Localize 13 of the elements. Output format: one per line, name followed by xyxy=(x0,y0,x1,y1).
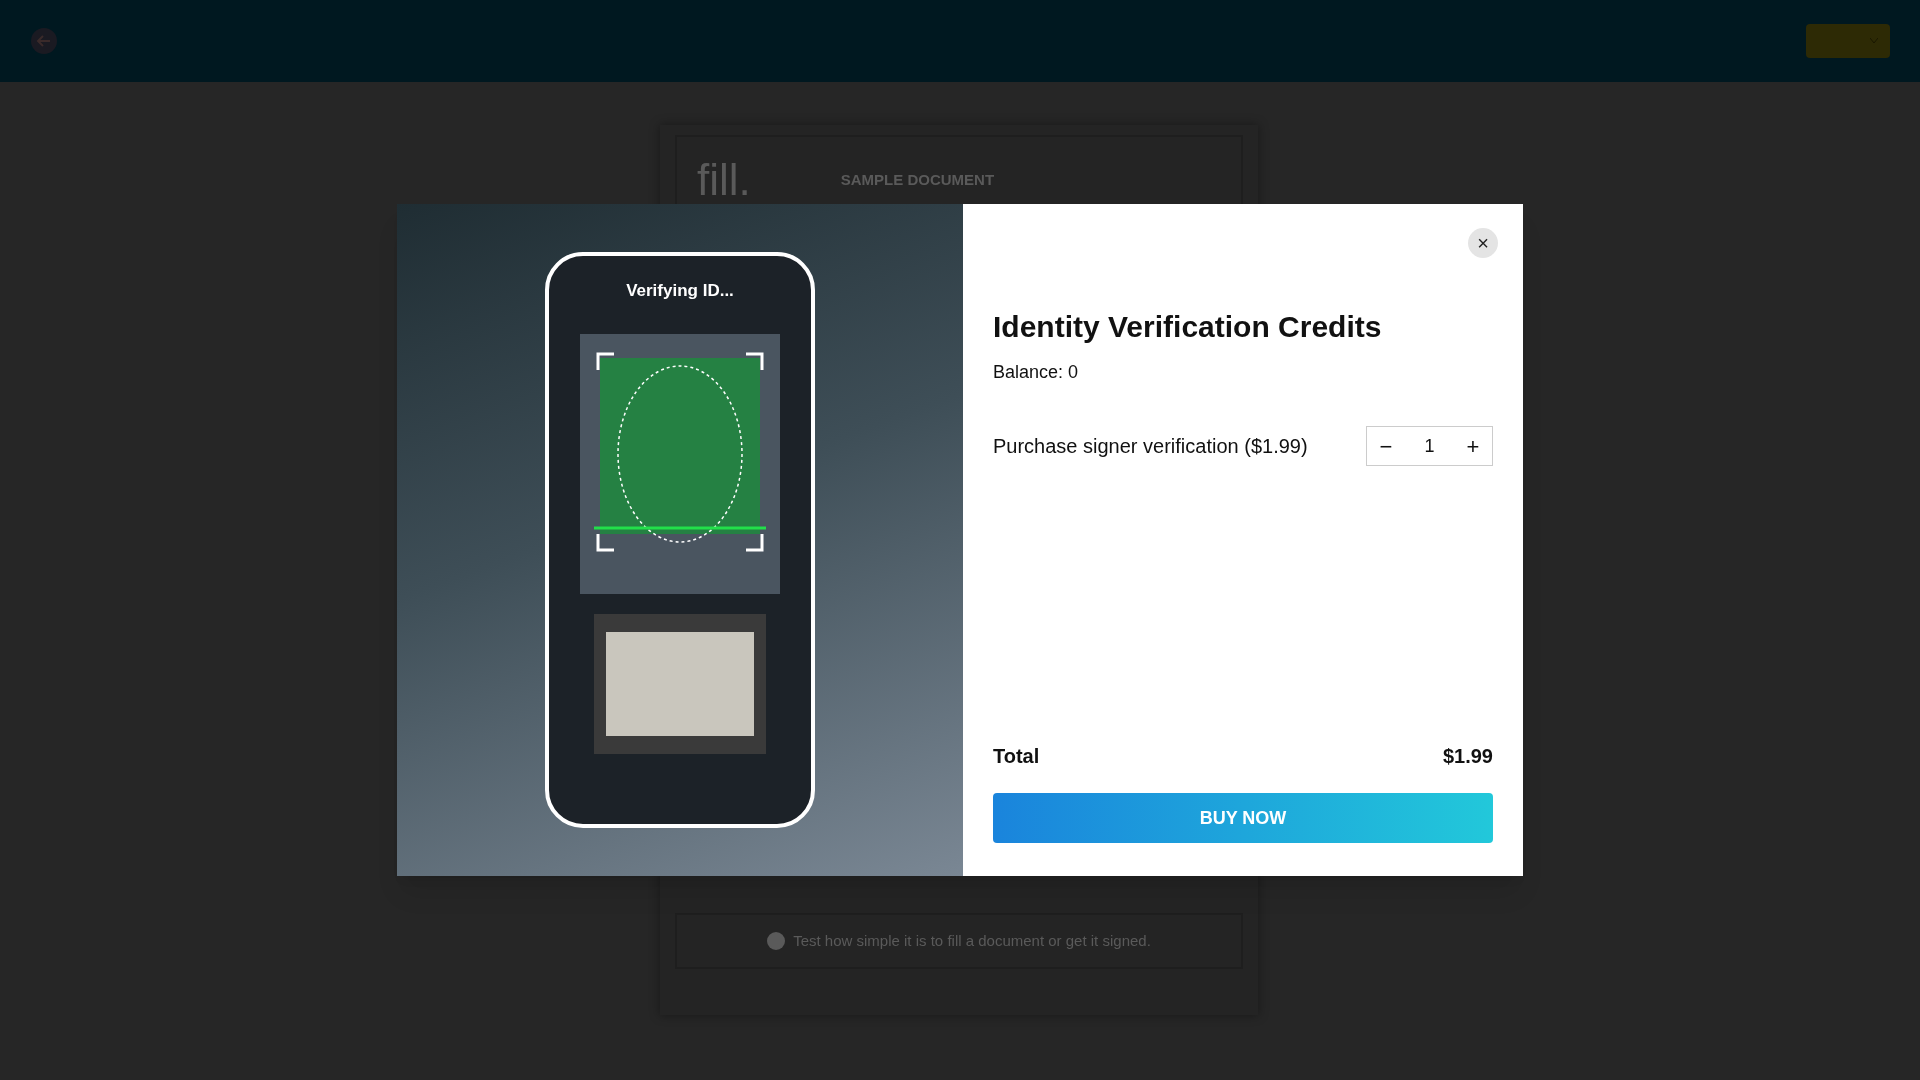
increment-button[interactable]: + xyxy=(1458,429,1488,463)
balance-text: Balance: 0 xyxy=(993,361,1080,384)
status-text: Verifying ID... xyxy=(626,280,734,302)
total-value: $1.99 xyxy=(1442,744,1493,769)
dropdown-button[interactable] xyxy=(1806,24,1890,58)
info-icon xyxy=(767,932,786,950)
decrement-button[interactable]: − xyxy=(1371,429,1401,463)
quantity-value: 1 xyxy=(1424,434,1435,458)
total-label: Total xyxy=(993,744,1040,769)
quantity-stepper[interactable]: − 1 + xyxy=(1366,426,1493,466)
close-button[interactable]: × xyxy=(1468,228,1498,258)
purchase-label: Purchase signer verification ($1.99) xyxy=(993,434,1308,459)
dialog-title: Identity Verification Credits xyxy=(993,309,1383,345)
